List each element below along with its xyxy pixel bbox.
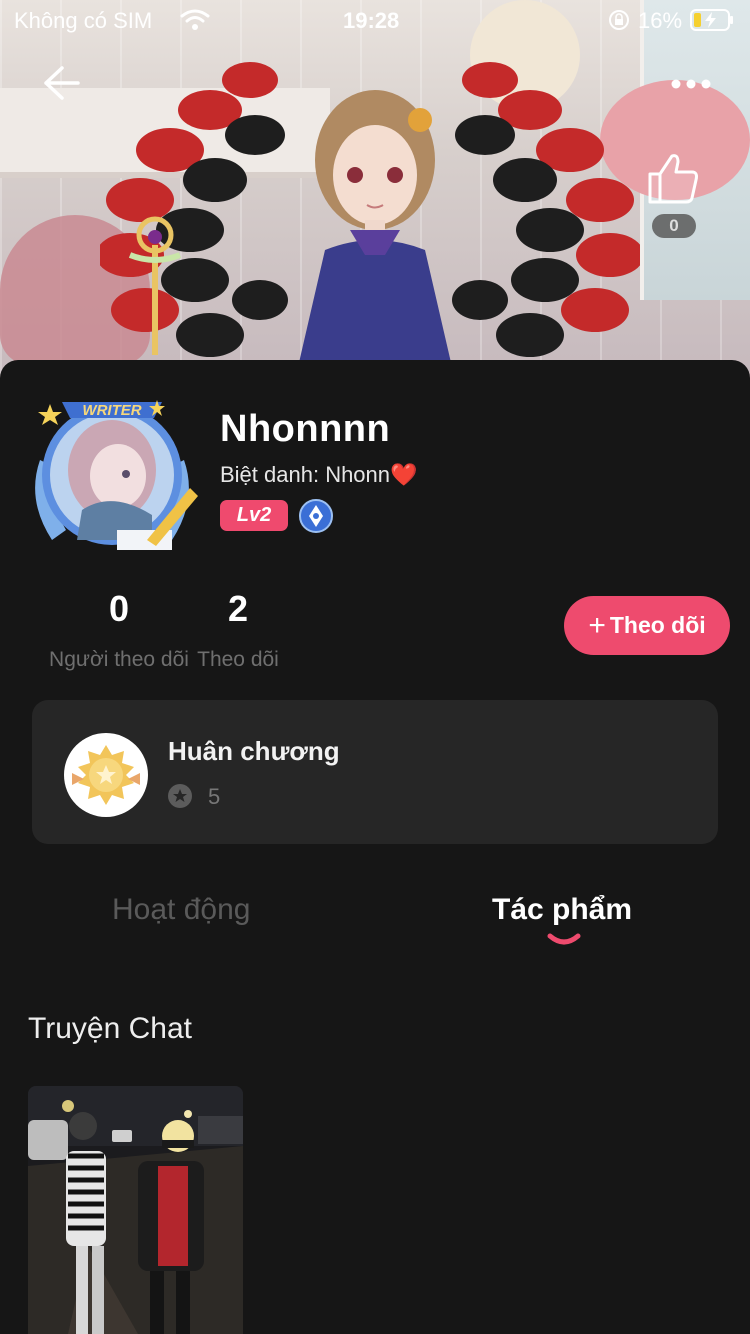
profile-cover-image — [0, 0, 750, 380]
following-label: Theo dõi — [197, 648, 279, 671]
follow-button-label: Theo dõi — [609, 612, 706, 638]
plus-icon: + — [588, 608, 606, 642]
level-badge[interactable]: Lv2 — [220, 500, 288, 531]
followers-label: Người theo dõi — [49, 648, 189, 671]
cover-magic-wand — [128, 216, 182, 355]
avatar[interactable]: WRITER — [22, 390, 202, 560]
tab-works[interactable]: Tác phẩm — [492, 893, 632, 927]
back-arrow-icon[interactable] — [38, 60, 84, 106]
following-stat[interactable]: 2 Theo dõi — [192, 588, 284, 672]
clock: 19:28 — [343, 8, 400, 33]
writer-pen-badge-icon[interactable] — [298, 498, 334, 534]
heart-emoji: ❤️ — [390, 462, 418, 487]
star-badge-icon — [168, 784, 192, 808]
profile-name: Nhonnnn — [220, 408, 391, 450]
followers-count: 0 — [108, 588, 130, 629]
thumbs-up-icon[interactable] — [646, 150, 702, 206]
carrier-label: Không có SIM — [14, 8, 153, 33]
like-count: 0 — [652, 214, 696, 238]
cover-character-illustration — [295, 90, 455, 380]
section-title: Truyện Chat — [28, 1012, 192, 1045]
tab-activity[interactable]: Hoạt động — [112, 893, 250, 927]
rotation-lock-icon — [609, 10, 629, 30]
battery-percentage: 16% — [638, 8, 683, 33]
profile-nickname: Biệt danh: Nhonn❤️ — [220, 462, 417, 488]
medals-title: Huân chương — [168, 736, 340, 766]
wifi-icon — [180, 9, 210, 30]
story-thumbnail[interactable] — [28, 1086, 243, 1334]
writer-frame-label: WRITER — [82, 402, 141, 419]
active-tab-indicator — [547, 933, 581, 945]
nickname-text: Biệt danh: Nhonn — [220, 462, 391, 487]
following-count: 2 — [227, 588, 249, 629]
followers-stat[interactable]: 0 Người theo dõi — [40, 588, 198, 672]
medal-icon — [64, 733, 148, 817]
status-bar: Không có SIM 19:28 16% — [0, 0, 750, 40]
battery-charging-icon — [690, 9, 733, 31]
medals-count: 5 — [208, 784, 221, 809]
follow-button[interactable]: + Theo dõi — [564, 596, 730, 655]
more-dots-icon[interactable] — [668, 70, 714, 98]
story-cover-image — [28, 1086, 243, 1334]
